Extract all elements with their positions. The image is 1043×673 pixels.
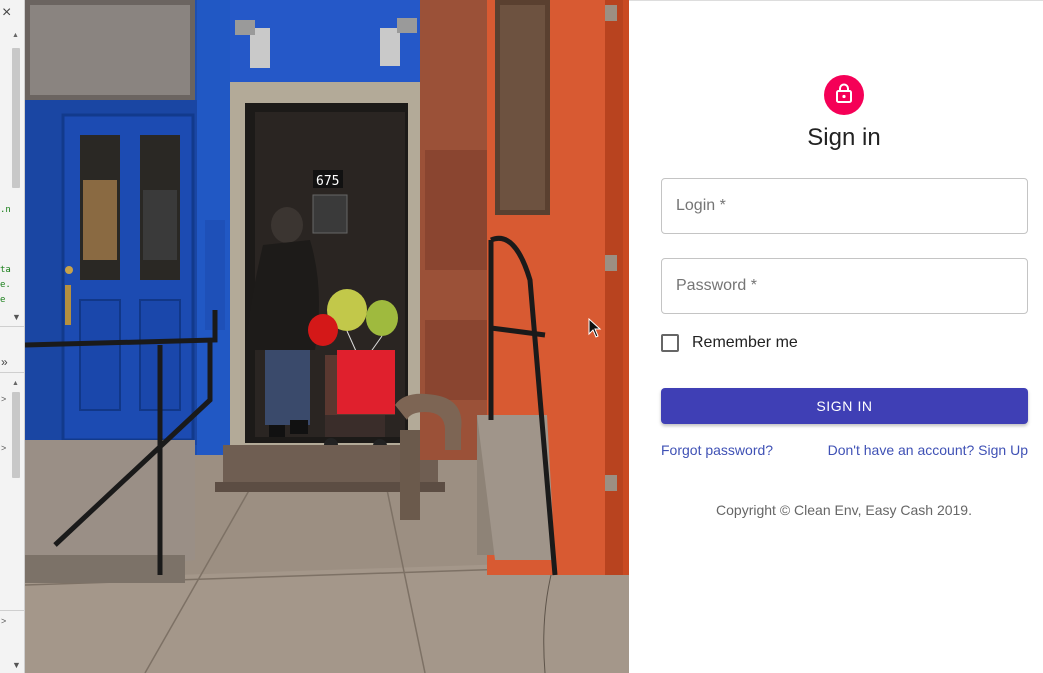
copyright-text: Copyright © Clean Env, Easy Cash 2019. bbox=[716, 502, 972, 518]
scroll-down-icon[interactable]: ▼ bbox=[12, 312, 21, 322]
close-devtools-button[interactable]: × bbox=[2, 5, 11, 21]
signup-link[interactable]: Don't have an account? Sign Up bbox=[828, 442, 1028, 458]
code-fragment: e. bbox=[0, 280, 11, 290]
lock-avatar bbox=[824, 75, 864, 115]
signin-form-panel: Sign in Login * Password * Remember me S… bbox=[629, 0, 1043, 673]
remember-me-label[interactable]: Remember me bbox=[692, 334, 798, 352]
code-fragment: ta bbox=[0, 265, 11, 275]
login-field[interactable]: Login * bbox=[661, 178, 1028, 234]
door-number: 675 bbox=[316, 174, 339, 189]
password-input[interactable] bbox=[662, 259, 1027, 313]
scrollbar-thumb[interactable] bbox=[12, 392, 20, 478]
signin-button[interactable]: SIGN IN bbox=[661, 388, 1028, 424]
page-title: Sign in bbox=[807, 124, 881, 151]
lock-icon bbox=[835, 83, 853, 108]
scroll-down-icon[interactable]: ▼ bbox=[12, 660, 21, 670]
panel-divider bbox=[0, 326, 24, 327]
app-window: × ▲ .n ta e. e ▼ » ▲ > > > ▼ 675 Sign in… bbox=[0, 0, 1043, 673]
expand-arrow[interactable]: > bbox=[1, 616, 6, 626]
street-doorway-photo: 675 bbox=[25, 0, 629, 673]
devtools-panel: × ▲ .n ta e. e ▼ » ▲ > > > ▼ bbox=[0, 0, 25, 673]
mouse-cursor-icon bbox=[588, 317, 602, 343]
scroll-up-icon[interactable]: ▲ bbox=[12, 380, 19, 387]
expand-arrow[interactable]: > bbox=[1, 394, 6, 404]
password-field[interactable]: Password * bbox=[661, 258, 1028, 314]
expand-arrow[interactable]: > bbox=[1, 443, 6, 453]
code-fragment: e bbox=[0, 295, 6, 305]
login-input[interactable] bbox=[662, 179, 1027, 233]
code-fragment: .n bbox=[0, 205, 11, 215]
forgot-password-link[interactable]: Forgot password? bbox=[661, 442, 773, 458]
expand-panel-button[interactable]: » bbox=[1, 355, 8, 369]
scroll-up-icon[interactable]: ▲ bbox=[12, 32, 19, 39]
panel-divider bbox=[0, 372, 24, 373]
scrollbar-thumb[interactable] bbox=[12, 48, 20, 188]
remember-me-row[interactable]: Remember me bbox=[661, 332, 798, 354]
panel-divider bbox=[0, 610, 24, 611]
remember-me-checkbox[interactable] bbox=[661, 334, 679, 352]
